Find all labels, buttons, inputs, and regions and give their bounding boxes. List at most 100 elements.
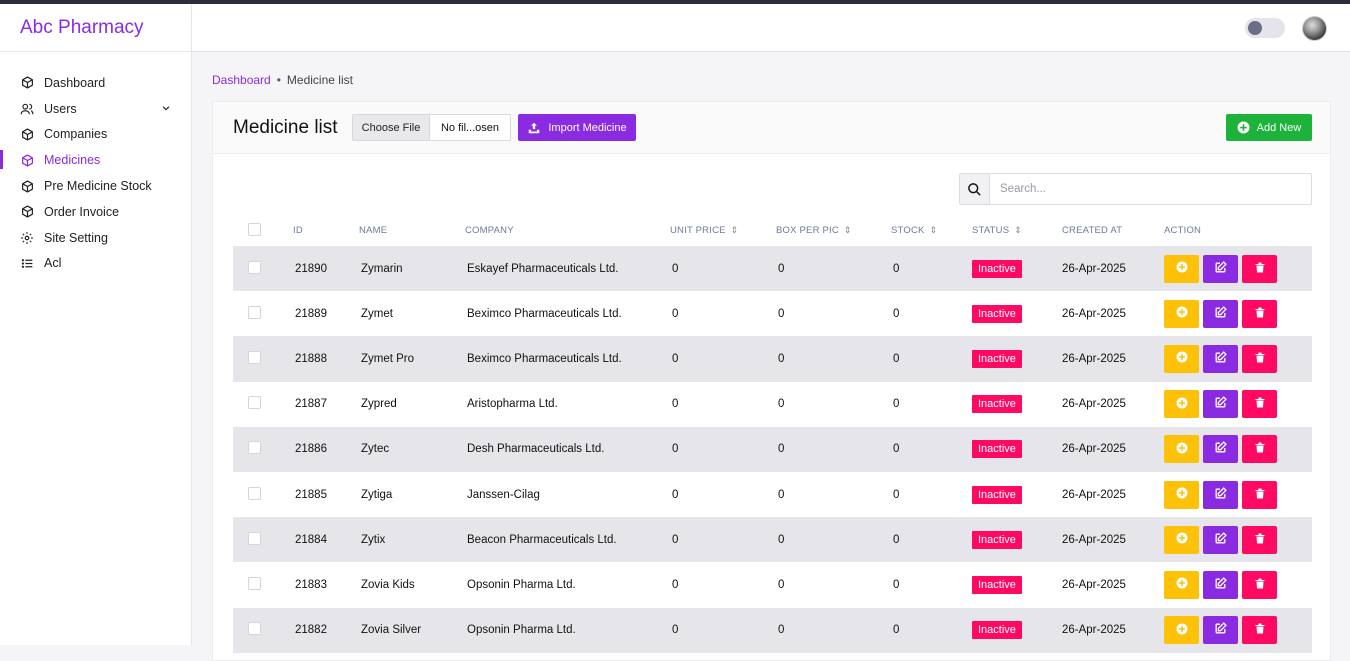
row-checkbox[interactable] [248, 622, 261, 636]
sidebar-item-companies[interactable]: Companies [0, 122, 191, 148]
edit-button[interactable] [1203, 390, 1238, 419]
plus-circle-icon [1176, 623, 1188, 638]
plus-circle-icon [1176, 532, 1188, 547]
delete-button[interactable] [1242, 570, 1277, 599]
cell-id: 21885 [295, 488, 327, 501]
sort-icon[interactable]: ⇕ [1014, 225, 1022, 235]
add-stock-button[interactable] [1164, 480, 1199, 509]
row-select-cell [233, 291, 293, 336]
cell-created-at: 26-Apr-2025 [1062, 517, 1164, 563]
sidebar-item-acl[interactable]: Acl [0, 251, 191, 277]
cell-id: 21882 [293, 607, 359, 653]
cube-icon [20, 153, 34, 167]
edit-button[interactable] [1203, 344, 1238, 373]
status-badge: Inactive [972, 395, 1022, 414]
edit-button[interactable] [1203, 480, 1238, 509]
breadcrumb-current: Medicine list [286, 73, 353, 87]
edit-button[interactable] [1203, 299, 1238, 328]
row-select-cell [233, 336, 293, 382]
add-stock-button[interactable] [1164, 525, 1199, 554]
column-header-stock[interactable]: STOCK ⇕ [891, 215, 972, 246]
trash-icon [1254, 622, 1266, 638]
cube-icon [20, 179, 34, 193]
column-header-status[interactable]: STATUS ⇕ [972, 215, 1062, 246]
sidebar-item-order-invoice[interactable]: Order Invoice [0, 199, 191, 225]
edit-button[interactable] [1203, 435, 1238, 464]
delete-button[interactable] [1242, 299, 1277, 328]
cell-unit-price: 0 [672, 398, 679, 411]
import-medicine-button[interactable]: Import Medicine [518, 114, 636, 141]
sidebar-nav: Dashboard Users Companies Medicines Pre … [0, 52, 191, 276]
edit-button[interactable] [1203, 254, 1238, 283]
row-checkbox[interactable] [248, 486, 261, 500]
add-stock-button[interactable] [1164, 254, 1199, 283]
add-new-button[interactable]: Add New [1226, 114, 1312, 141]
cell-action [1164, 382, 1312, 427]
sidebar-item-site-setting[interactable]: Site Setting [0, 225, 191, 251]
plus-circle-icon [1176, 306, 1188, 321]
delete-button[interactable] [1242, 390, 1277, 419]
search-input[interactable] [990, 174, 1311, 204]
cell-name: Zypred [361, 398, 397, 411]
edit-button[interactable] [1203, 525, 1238, 554]
status-badge: Inactive [972, 485, 1022, 504]
cell-action [1164, 472, 1312, 517]
cell-box-per-pic: 0 [776, 426, 891, 472]
file-name-text: No fil...osen [440, 121, 500, 134]
trash-icon [1254, 532, 1266, 548]
sidebar-item-pre-medicine-stock[interactable]: Pre Medicine Stock [0, 173, 191, 199]
add-stock-button[interactable] [1164, 616, 1199, 645]
theme-toggle[interactable] [1245, 18, 1285, 38]
row-checkbox[interactable] [248, 396, 261, 410]
add-stock-button[interactable] [1164, 570, 1199, 599]
column-header-box-per-pic[interactable]: BOX PER PIC ⇕ [776, 215, 891, 246]
cell-status: Inactive [972, 607, 1062, 653]
breadcrumb-home-link[interactable]: Dashboard [212, 73, 271, 87]
sidebar-item-users[interactable]: Users [0, 96, 191, 122]
row-checkbox[interactable] [248, 350, 261, 364]
column-header-unit-price[interactable]: UNIT PRICE ⇕ [670, 215, 776, 246]
delete-button[interactable] [1242, 480, 1277, 509]
trash-icon [1254, 306, 1266, 322]
delete-button[interactable] [1242, 525, 1277, 554]
row-checkbox[interactable] [248, 260, 261, 274]
delete-button[interactable] [1242, 254, 1277, 283]
sort-icon[interactable]: ⇕ [930, 225, 938, 235]
delete-button[interactable] [1242, 616, 1277, 645]
app-title[interactable]: Abc Pharmacy [0, 4, 191, 52]
select-all-checkbox[interactable] [248, 222, 261, 236]
row-checkbox[interactable] [248, 441, 261, 455]
sidebar-item-label: Site Setting [44, 230, 108, 245]
add-stock-button[interactable] [1164, 299, 1199, 328]
delete-button[interactable] [1242, 344, 1277, 373]
status-badge: Inactive [972, 304, 1022, 323]
plus-circle-icon [1176, 397, 1188, 412]
edit-icon [1214, 531, 1227, 548]
cell-unit-price: 0 [672, 488, 679, 501]
sidebar-item-dashboard[interactable]: Dashboard [0, 70, 191, 96]
cell-name: Zymarin [359, 246, 465, 292]
row-checkbox[interactable] [248, 531, 261, 545]
file-input[interactable]: Choose File No fil...osen [352, 114, 511, 141]
add-stock-button[interactable] [1164, 344, 1199, 373]
edit-button[interactable] [1203, 570, 1238, 599]
row-select-cell [233, 472, 293, 517]
add-stock-button[interactable] [1164, 435, 1199, 464]
add-stock-button[interactable] [1164, 390, 1199, 419]
column-header-id: ID [293, 225, 303, 236]
row-checkbox[interactable] [248, 576, 261, 590]
edit-button[interactable] [1203, 616, 1238, 645]
sidebar-item-medicines[interactable]: Medicines [0, 147, 191, 173]
cell-unit-price: 0 [672, 578, 679, 591]
cell-stock: 0 [893, 398, 900, 411]
avatar[interactable] [1302, 16, 1327, 41]
cube-icon [20, 205, 34, 219]
chevron-down-icon[interactable] [161, 102, 171, 116]
cell-company: Opsonin Pharma Ltd. [467, 578, 576, 591]
delete-button[interactable] [1242, 435, 1277, 464]
sort-icon[interactable]: ⇕ [731, 225, 739, 235]
choose-file-button[interactable]: Choose File [353, 115, 430, 140]
row-checkbox[interactable] [248, 305, 261, 319]
sort-icon[interactable]: ⇕ [844, 225, 852, 235]
cell-action [1164, 426, 1312, 472]
